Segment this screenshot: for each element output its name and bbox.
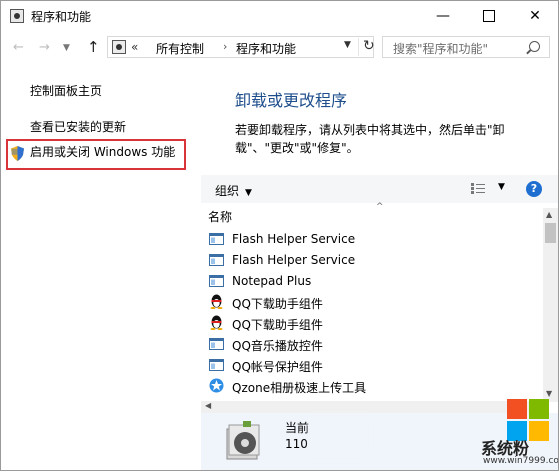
- details-count: 110: [285, 437, 308, 451]
- site-watermark: 系统粉 www.win7999.com: [481, 393, 558, 470]
- qq-penguin-icon: [209, 315, 224, 330]
- list-item[interactable]: Qzone相册极速上传工具: [201, 376, 541, 397]
- search-icon[interactable]: [529, 41, 540, 52]
- list-item[interactable]: QQ下载助手组件: [201, 292, 541, 313]
- page-description: 若要卸载程序，请从列表中将其选中，然后单击"卸载"、"更改"或"修复"。: [235, 123, 505, 155]
- scrollbar-thumb[interactable]: [545, 223, 556, 243]
- window-title: 程序和功能: [31, 10, 92, 24]
- control-panel-home-link[interactable]: 控制面板主页: [30, 82, 102, 99]
- forward-arrow-icon[interactable]: →: [39, 40, 50, 55]
- program-list: Flash Helper Service Flash Helper Service…: [201, 229, 541, 397]
- chevron-down-icon[interactable]: ▼: [344, 40, 351, 50]
- list-item[interactable]: QQ下载助手组件: [201, 313, 541, 334]
- shield-icon: [11, 146, 24, 161]
- scroll-left-icon[interactable]: ◀: [205, 401, 211, 410]
- program-name: QQ音乐播放控件: [232, 339, 323, 353]
- scroll-up-icon[interactable]: ▲: [546, 210, 552, 219]
- left-panel: 控制面板主页 查看已安装的更新 启用或关闭 Windows 功能: [1, 65, 201, 470]
- windows-features-link[interactable]: 启用或关闭 Windows 功能: [30, 143, 175, 160]
- list-item[interactable]: Notepad Plus: [201, 271, 541, 292]
- breadcrumb-all-control[interactable]: 所有控制: [156, 40, 204, 57]
- navigation-bar: ← → ▼ ↑ « 所有控制 › 程序和功能 ▼ ↻ 搜索"程序和功能": [1, 31, 558, 65]
- back-arrow-icon[interactable]: ←: [13, 40, 24, 55]
- column-header-name[interactable]: 名称 ^: [201, 202, 541, 225]
- control-panel-icon: [10, 9, 24, 23]
- title-bar: 程序和功能 — ✕: [1, 1, 558, 31]
- close-button[interactable]: ✕: [512, 1, 558, 31]
- app-window-icon: [209, 338, 224, 350]
- qq-penguin-icon: [209, 294, 224, 309]
- up-arrow-icon[interactable]: ↑: [87, 38, 100, 56]
- page-title: 卸载或更改程序: [235, 91, 348, 110]
- maximize-icon: [483, 10, 495, 22]
- watermark-url: www.win7999.com: [483, 456, 559, 466]
- program-name: Flash Helper Service: [232, 232, 356, 246]
- command-bar: 组织 ▼ ▼ ?: [201, 175, 558, 203]
- breadcrumb-overflow[interactable]: «: [131, 40, 138, 54]
- view-installed-updates-link[interactable]: 查看已安装的更新: [30, 118, 126, 135]
- program-name: Notepad Plus: [232, 274, 312, 288]
- sort-ascending-icon: ^: [376, 202, 384, 212]
- refresh-icon[interactable]: ↻: [358, 38, 375, 56]
- organize-label: 组织: [215, 184, 240, 198]
- chevron-down-icon[interactable]: ▼: [498, 182, 505, 192]
- help-icon[interactable]: ?: [526, 181, 542, 197]
- recent-locations-icon[interactable]: ▼: [63, 43, 70, 53]
- program-name: QQ下载助手组件: [232, 297, 323, 311]
- program-name: Qzone相册极速上传工具: [232, 381, 367, 395]
- address-bar[interactable]: « 所有控制 › 程序和功能 ▼ ↻: [107, 36, 375, 58]
- program-name: QQ下载助手组件: [232, 318, 323, 332]
- app-window-icon: [209, 359, 224, 371]
- search-input[interactable]: 搜索"程序和功能": [382, 36, 550, 58]
- list-item[interactable]: QQ帐号保护组件: [201, 355, 541, 376]
- app-window-icon: [209, 254, 224, 266]
- maximize-button[interactable]: [466, 1, 512, 31]
- chevron-down-icon: ▼: [245, 188, 252, 198]
- search-placeholder: 搜索"程序和功能": [393, 42, 489, 56]
- qzone-icon: [209, 378, 224, 393]
- vertical-scrollbar[interactable]: ▲ ▼: [543, 208, 558, 402]
- organize-button[interactable]: 组织 ▼: [215, 182, 252, 199]
- breadcrumb-programs[interactable]: 程序和功能: [236, 40, 296, 57]
- blurred-overlay: [309, 415, 369, 460]
- breadcrumb-separator[interactable]: ›: [223, 40, 227, 53]
- list-item[interactable]: Flash Helper Service: [201, 250, 541, 271]
- control-panel-icon: [112, 40, 126, 54]
- list-item[interactable]: Flash Helper Service: [201, 229, 541, 250]
- column-header-label: 名称: [208, 210, 233, 224]
- list-item[interactable]: QQ音乐播放控件: [201, 334, 541, 355]
- app-window-icon: [209, 233, 224, 245]
- details-title: 当前: [285, 421, 310, 435]
- app-window-icon: [209, 275, 224, 287]
- minimize-button[interactable]: —: [420, 1, 466, 31]
- program-name: Flash Helper Service: [232, 253, 356, 267]
- programs-and-features-window: 程序和功能 — ✕ ← → ▼ ↑ « 所有控制 › 程序和功能 ▼ ↻ 搜索"…: [0, 0, 559, 471]
- installer-disc-icon: [226, 421, 260, 460]
- program-name: QQ帐号保护组件: [232, 360, 323, 374]
- view-options-icon[interactable]: [471, 183, 485, 194]
- horizontal-scrollbar[interactable]: ◀ ▶: [201, 401, 543, 413]
